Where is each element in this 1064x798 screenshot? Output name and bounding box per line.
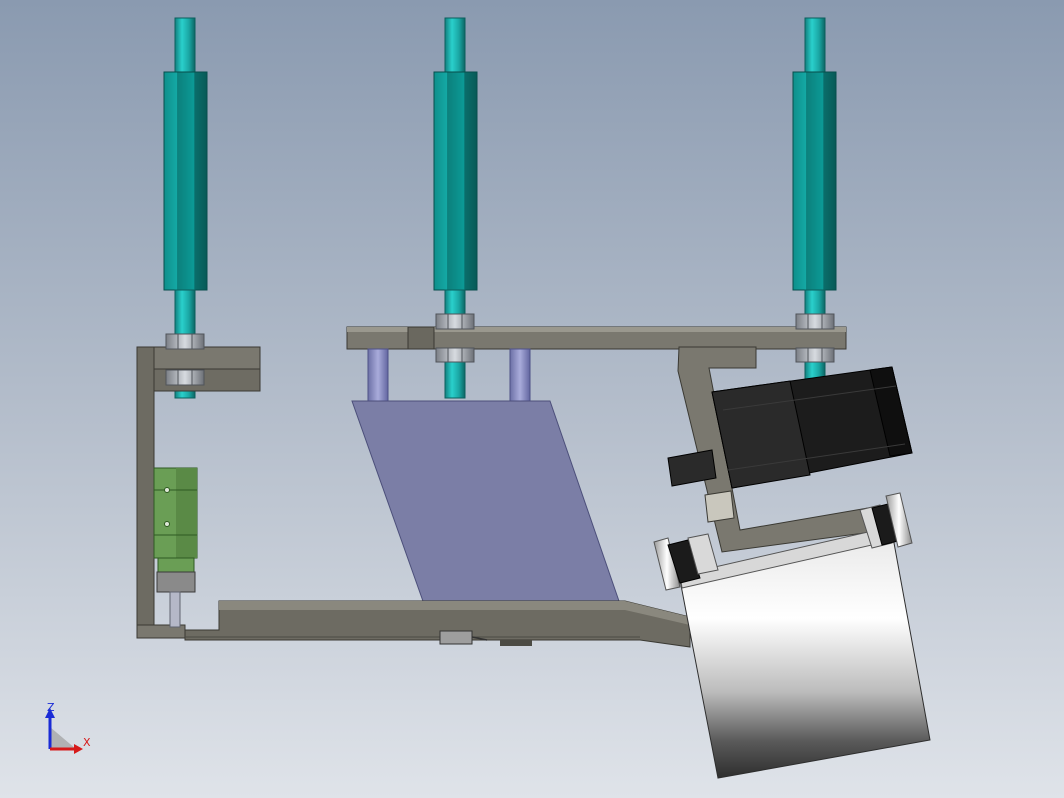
nut-right-lower xyxy=(795,347,835,363)
nut-left-lower xyxy=(165,369,205,386)
nut-middle-upper xyxy=(435,313,475,330)
inclined-plate[interactable] xyxy=(351,400,621,605)
coordinate-triad[interactable]: Z X xyxy=(45,701,91,754)
bottom-base-frame[interactable] xyxy=(184,600,691,648)
cad-viewport[interactable]: Z X xyxy=(0,0,1064,798)
nut-middle-lower xyxy=(435,347,475,363)
guide-rod-right xyxy=(509,348,531,402)
triad-plane-icon xyxy=(50,727,76,749)
assembly-drawing[interactable]: Z X xyxy=(0,0,1064,798)
nut-right-upper xyxy=(795,313,835,330)
z-axis-label: Z xyxy=(47,701,55,714)
guide-rod-left xyxy=(367,348,389,402)
x-axis-label: X xyxy=(83,736,91,749)
roller-drum[interactable] xyxy=(679,526,931,779)
linear-rail-block[interactable] xyxy=(153,467,198,628)
latch[interactable] xyxy=(439,630,473,645)
top-mounting-plate[interactable] xyxy=(346,326,847,350)
nut-left-upper xyxy=(165,333,205,350)
